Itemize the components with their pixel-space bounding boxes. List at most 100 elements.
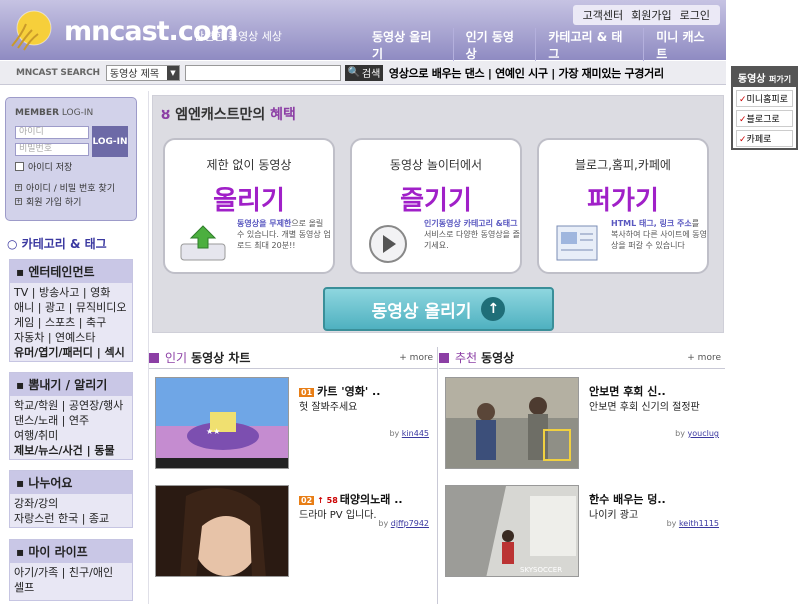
card-top-text: 동영상 놀이터에서 xyxy=(389,158,483,172)
chevron-down-icon[interactable]: ▼ xyxy=(166,65,179,80)
top-link-join[interactable]: 회원가입 xyxy=(627,7,675,23)
author-link[interactable]: djffp7942 xyxy=(391,519,429,528)
square-bullet-icon xyxy=(149,352,159,363)
popular-more-link[interactable]: + more xyxy=(399,353,433,363)
video-desc: 안보면 후회 신기의 절정판 xyxy=(589,402,700,413)
popular-chart-header: 인기 동영상 차트 + more xyxy=(149,347,437,369)
category-line[interactable]: TV | 방송사고 | 영화 xyxy=(14,285,128,300)
category-heading-label: 카테고리 & 태그 xyxy=(21,237,107,251)
find-id-link[interactable]: + 아이디 / 비밀 번호 찾기 xyxy=(15,181,115,194)
card-top-text: 제한 없이 동영상 xyxy=(206,158,292,172)
popular-head-1: 인기 xyxy=(165,351,188,365)
category-line[interactable]: 학교/학원 | 공연장/행사 xyxy=(14,398,128,413)
category-group-showoff: ▪ 뽐내기 / 알리기 학교/학원 | 공연장/행사 댄스/노래 | 연주 여행… xyxy=(9,372,133,460)
id-input[interactable]: 아이디 xyxy=(15,126,89,139)
benefit-title: ȣ 엠엔캐스트만의 혜택 xyxy=(161,104,296,124)
nav-upload[interactable]: 동영상 올리기 xyxy=(360,28,453,62)
video-thumbnail[interactable] xyxy=(155,485,289,577)
recommend-more-link[interactable]: + more xyxy=(687,353,721,363)
card-big-text: 올리기 xyxy=(213,186,285,216)
category-title[interactable]: ▪ 뽐내기 / 알리기 xyxy=(10,373,132,396)
category-line[interactable]: 자동차 | 연예스타 xyxy=(14,330,128,345)
recommend-header: 추천 동영상 + more xyxy=(439,347,725,369)
hot-keywords[interactable]: 영상으로 배우는 댄스 | 연예인 시구 | 가장 재미있는 구경거리 xyxy=(389,65,664,81)
nav-minicast[interactable]: 미니 캐스트 xyxy=(643,28,726,62)
benefit-card-share[interactable]: 블로그,홈피,카페에 퍼가기 HTML 태그, 링크 주소를 복사하여 다른 사… xyxy=(537,138,709,274)
category-line[interactable]: 자랑스런 한국 | 종교 xyxy=(14,511,128,526)
svg-text:SKYSOCCER: SKYSOCCER xyxy=(520,566,562,574)
category-group-mylife: ▪ 마이 라이프 아기/가족 | 친구/애인 셀프 xyxy=(9,539,133,601)
video-title[interactable]: 한수 배우는 덩.. xyxy=(589,491,666,507)
video-title[interactable]: 안보면 후회 신.. xyxy=(589,383,666,399)
search-button[interactable]: 🔍 검색 xyxy=(344,64,383,81)
rank-change: ↑ 58 xyxy=(317,496,338,505)
popular-head-2: 동영상 차트 xyxy=(191,351,251,365)
benefit-card-upload[interactable]: 제한 없이 동영상 올리기 동영상을 무제한으로 올릴 수 있습니다. 개별 동… xyxy=(163,138,335,274)
video-thumbnail[interactable] xyxy=(445,377,579,469)
join-link[interactable]: + 회원 가입 하기 xyxy=(15,195,81,208)
check-icon: ✓ xyxy=(739,115,747,125)
upload-tray-icon xyxy=(177,222,229,264)
check-icon: ✓ xyxy=(739,135,747,145)
square-bullet-icon xyxy=(439,352,449,363)
tagline: 간편한 동영상 세상 xyxy=(194,30,282,43)
play-icon xyxy=(364,222,416,264)
author-link[interactable]: youclug xyxy=(688,429,719,438)
login-button[interactable]: LOG-IN xyxy=(92,126,128,157)
video-thumbnail[interactable]: SKYSOCCER xyxy=(445,485,579,577)
search-bar: MNCAST SEARCH 동영상 제목 ▼ 🔍 검색 영상으로 배우는 댄스 … xyxy=(0,61,726,85)
category-title-label: 마이 라이프 xyxy=(28,545,88,559)
benefit-title-pre: 엠엔캐스트만의 xyxy=(175,107,266,123)
top-link-support[interactable]: 고객센터 xyxy=(579,7,627,23)
check-icon: ✓ xyxy=(739,95,747,105)
category-line[interactable]: 여행/취미 xyxy=(14,428,128,443)
category-heading[interactable]: ○ 카테고리 & 태그 xyxy=(7,235,107,252)
nav-popular[interactable]: 인기 동영상 xyxy=(452,28,536,62)
recommend-head-2: 동영상 xyxy=(481,351,515,365)
upload-video-button[interactable]: 동영상 올리기 ↑ xyxy=(323,287,554,331)
login-title-bold: MEMBER xyxy=(15,108,59,118)
search-type-select[interactable]: 동영상 제목 ▼ xyxy=(105,64,180,81)
card-desc: HTML 태그, 링크 주소를 복사하여 다른 사이트에 동영상을 퍼갈 수 있… xyxy=(611,218,707,251)
recommend-head-1: 추천 xyxy=(455,351,478,365)
nav-category[interactable]: 카테고리 & 태그 xyxy=(535,28,643,62)
save-id-checkbox[interactable]: 아이디 저장 xyxy=(15,160,72,173)
card-desc: 인기동영상 카테고리 &태그 서비스로 다양한 동영상을 즐기세요. xyxy=(424,218,520,251)
video-author: by kin445 xyxy=(389,429,429,438)
category-body: 아기/가족 | 친구/애인 셀프 xyxy=(10,563,132,597)
category-line[interactable]: 제보/뉴스/사건 | 동물 xyxy=(14,443,128,458)
category-title[interactable]: ▪ 엔터테인먼트 xyxy=(10,260,132,283)
video-title[interactable]: 01 카트 '영화' .. xyxy=(299,383,380,399)
video-title[interactable]: 02 ↑ 58 태양의노래 .. xyxy=(299,491,403,507)
search-input[interactable] xyxy=(184,64,341,81)
card-desc-highlight: HTML 태그, 링크 주소 xyxy=(611,219,692,228)
benefit-card-enjoy[interactable]: 동영상 놀이터에서 즐기기 인기동영상 카테고리 &태그 서비스로 다양한 동영… xyxy=(350,138,522,274)
password-input[interactable]: 비밀번호 xyxy=(15,143,89,156)
logo-icon[interactable] xyxy=(8,6,64,52)
rank-badge: 02 xyxy=(299,496,315,505)
promo-item-blog[interactable]: ✓블로그로 xyxy=(736,110,793,127)
category-title[interactable]: ▪ 마이 라이프 xyxy=(10,540,132,563)
category-line[interactable]: 강좌/강의 xyxy=(14,496,128,511)
category-title[interactable]: ▪ 나누어요 xyxy=(10,471,132,494)
search-button-label: 검색 xyxy=(361,69,381,80)
category-line[interactable]: 댄스/노래 | 연주 xyxy=(14,413,128,428)
category-line[interactable]: 아기/가족 | 친구/애인 xyxy=(14,565,128,580)
svg-text:★★: ★★ xyxy=(206,427,220,436)
top-link-login[interactable]: 로그인 xyxy=(676,7,714,23)
category-line[interactable]: 셀프 xyxy=(14,580,128,595)
category-line[interactable]: 게임 | 스포츠 | 축구 xyxy=(14,315,128,330)
top-links: 고객센터 회원가입 로그인 xyxy=(572,5,720,25)
author-link[interactable]: keith1115 xyxy=(679,519,719,528)
promo-item-cafe[interactable]: ✓카페로 xyxy=(736,130,793,147)
category-title-label: 엔터테인먼트 xyxy=(28,265,95,279)
popular-item: ★★ 01 카트 '영화' .. 헛 잘봐주세요 by kin445 xyxy=(149,369,437,471)
checkbox-icon[interactable] xyxy=(15,162,24,171)
recommend-item: 안보면 후회 신.. 안보면 후회 신기의 절정판 by youclug xyxy=(439,369,727,471)
category-line[interactable]: 유머/엽기/패러디 | 섹시 xyxy=(14,345,128,360)
author-link[interactable]: kin445 xyxy=(402,429,429,438)
card-desc-text: 서비스로 다양한 동영상을 즐기세요. xyxy=(424,230,520,250)
video-thumbnail[interactable]: ★★ xyxy=(155,377,289,469)
category-line[interactable]: 애니 | 광고 | 뮤직비디오 xyxy=(14,300,128,315)
promo-item-minihompy[interactable]: ✓미니홈피로 xyxy=(736,90,793,107)
